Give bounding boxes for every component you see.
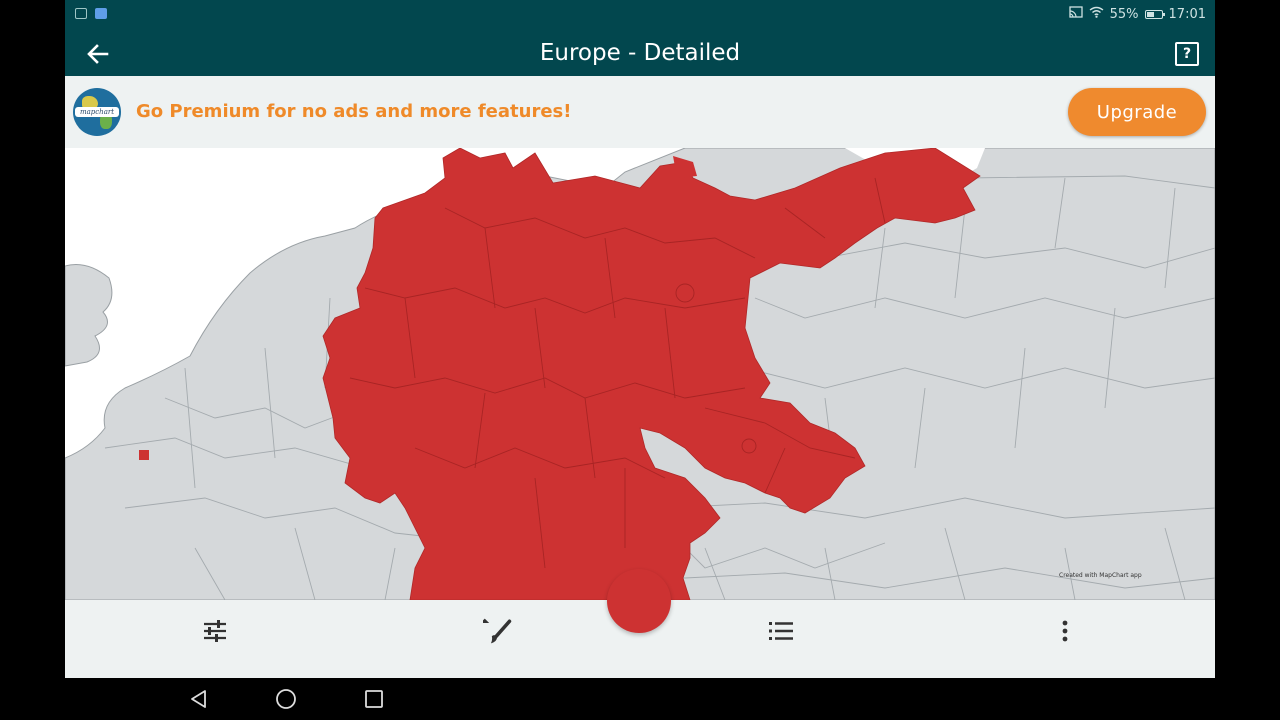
app-notification-icon bbox=[95, 8, 107, 19]
sliders-icon bbox=[204, 620, 226, 642]
more-options-button[interactable] bbox=[1050, 616, 1080, 646]
map-watermark: Created with MapChart app bbox=[1059, 572, 1142, 579]
highlight-marker[interactable] bbox=[139, 450, 149, 460]
square-recents-icon bbox=[365, 690, 383, 708]
legend-list-button[interactable] bbox=[766, 616, 796, 646]
nav-back-button[interactable] bbox=[184, 686, 212, 712]
page-title: Europe - Detailed bbox=[539, 40, 741, 66]
letterbox-right bbox=[1215, 0, 1280, 678]
nav-home-button[interactable] bbox=[272, 686, 300, 712]
battery-icon bbox=[1144, 9, 1165, 19]
letterbox-left bbox=[0, 0, 65, 678]
premium-banner[interactable]: mapchart Go Premium for no ads and more … bbox=[65, 76, 1215, 148]
help-button[interactable]: ? bbox=[1175, 42, 1199, 66]
battery-percent: 55% bbox=[1109, 6, 1139, 22]
bottom-toolbar bbox=[65, 569, 1215, 678]
status-bar: 55% 17:01 bbox=[65, 0, 1215, 30]
screen-record-icon bbox=[75, 8, 87, 19]
more-vertical-icon bbox=[1062, 620, 1068, 642]
upgrade-button[interactable]: Upgrade bbox=[1068, 88, 1206, 136]
nav-recents-button[interactable] bbox=[360, 686, 388, 712]
question-box-icon: ? bbox=[1182, 46, 1192, 62]
triangle-back-icon bbox=[191, 690, 206, 708]
premium-message: Go Premium for no ads and more features! bbox=[136, 101, 572, 122]
color-fab[interactable] bbox=[607, 569, 671, 633]
list-icon bbox=[769, 622, 793, 640]
clock: 17:01 bbox=[1168, 6, 1206, 22]
paint-mode-button[interactable] bbox=[483, 616, 513, 646]
map-canvas[interactable]: Created with MapChart app bbox=[65, 148, 1215, 600]
app-toolbar: Europe - Detailed ? bbox=[65, 30, 1215, 76]
circle-home-icon bbox=[276, 689, 296, 709]
wifi-icon bbox=[1089, 6, 1104, 22]
cast-icon bbox=[1068, 6, 1083, 22]
android-nav-bar bbox=[0, 678, 1280, 720]
app-screen: 55% 17:01 Europe - Detailed ? mapchart G… bbox=[65, 0, 1215, 678]
mapchart-logo: mapchart bbox=[73, 88, 121, 136]
paint-brush-icon bbox=[483, 618, 512, 644]
battery-level-fill bbox=[1146, 11, 1155, 17]
europe-map[interactable] bbox=[65, 148, 1215, 600]
settings-button[interactable] bbox=[200, 616, 230, 646]
